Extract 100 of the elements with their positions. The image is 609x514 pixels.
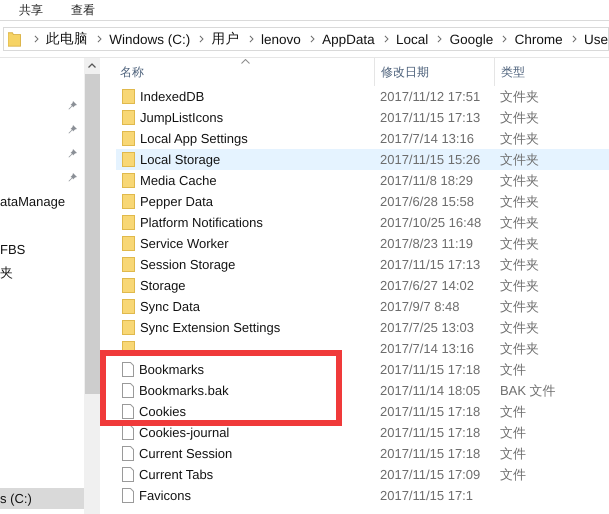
file-icon: [122, 446, 134, 461]
breadcrumb[interactable]: Windows (C:): [109, 32, 190, 46]
type-cell-text: 文件夹: [499, 214, 539, 232]
date-cell-text: 2017/11/15 17:18: [379, 446, 482, 461]
date-cell-text: 2017/11/15 17:09: [379, 467, 482, 482]
chevron-icon: [384, 35, 390, 43]
scrollbar[interactable]: [84, 58, 100, 514]
breadcrumb[interactable]: Google: [450, 32, 494, 46]
folder-icon: [8, 31, 21, 47]
type-cell-text: 文件夹: [499, 256, 539, 274]
type-cell-text: 文件夹: [499, 276, 539, 294]
file-name[interactable]: Current Session: [139, 446, 232, 461]
file-name[interactable]: IndexedDB: [140, 89, 204, 104]
type-cell-text: 文件: [499, 424, 526, 442]
column-header[interactable]: 类型: [494, 58, 525, 86]
file-icon: [122, 425, 134, 440]
file-name[interactable]: Sync Extension Settings: [140, 320, 280, 335]
file-name[interactable]: Cookies: [139, 404, 186, 419]
date-cell-text: 2017/11/14 18:05: [379, 383, 482, 398]
folder-icon: [122, 131, 135, 146]
file-name[interactable]: Platform Notifications: [140, 215, 263, 230]
type-cell-text: 文件夹: [499, 130, 539, 148]
type-cell-text: 文件夹: [499, 150, 539, 168]
file-name[interactable]: Local App Settings: [140, 131, 248, 146]
folder-icon: [122, 173, 135, 188]
date-cell-text: 2017/11/15 17:1: [379, 488, 474, 503]
type-cell-text: 文件夹: [499, 298, 539, 316]
file-name[interactable]: Sync Data: [140, 299, 200, 314]
chevron-icon: [572, 35, 577, 43]
column-header[interactable]: 名称: [116, 58, 374, 86]
breadcrumb[interactable]: 用户: [212, 30, 240, 48]
type-cell-text: 文件夹: [499, 108, 539, 126]
breadcrumb[interactable]: Chrome: [514, 32, 563, 46]
file-name[interactable]: Storage: [140, 278, 186, 293]
file-name[interactable]: Local Storage: [140, 152, 220, 167]
file-icon: [122, 404, 134, 419]
date-cell-text: 2017/10/25 16:48: [379, 215, 482, 230]
pin-icon: [68, 124, 78, 134]
type-cell-text: 文件夹: [499, 318, 539, 336]
file-name[interactable]: Pepper Data: [140, 194, 213, 209]
type-cell-text: 文件夹: [499, 340, 539, 358]
chevron-icon: [34, 35, 39, 43]
date-cell-text: 2017/6/27 14:02: [379, 278, 475, 293]
date-cell-text: 2017/8/23 11:19: [379, 236, 474, 251]
chevron-icon: [437, 35, 443, 43]
scrollbar-thumb[interactable]: [84, 74, 100, 394]
breadcrumb[interactable]: Use: [584, 32, 608, 46]
folder-icon: [122, 299, 135, 314]
column-header[interactable]: 修改日期: [374, 58, 494, 86]
folder-icon: [122, 320, 135, 335]
file-name[interactable]: Current Tabs: [139, 467, 214, 482]
folder-icon: [122, 110, 135, 125]
date-cell-text: 2017/11/15 17:18: [379, 404, 482, 419]
type-cell-text: 文件: [499, 466, 526, 484]
date-cell-text: 2017/11/15 17:13: [379, 257, 482, 272]
nav-item[interactable]: FBS: [0, 242, 26, 256]
folder-icon: [122, 152, 135, 167]
type-cell-text: 文件夹: [499, 172, 539, 190]
scroll-up-icon[interactable]: [88, 63, 96, 68]
breadcrumb[interactable]: 此电脑: [46, 30, 88, 48]
file-name[interactable]: Favicons: [139, 488, 192, 503]
pin-icon: [68, 148, 78, 158]
file-icon: [122, 488, 134, 503]
file-name[interactable]: Bookmarks: [139, 362, 204, 377]
date-cell-text: 2017/11/8 18:29: [379, 173, 474, 188]
date-cell-text: 2017/6/28 15:58: [379, 194, 475, 209]
nav-item[interactable]: 夹: [0, 264, 13, 282]
nav-item[interactable]: s (C:): [0, 491, 32, 506]
breadcrumb[interactable]: Local: [396, 32, 428, 46]
file-icon: [122, 467, 134, 482]
date-cell-text: 2017/7/25 13:03: [379, 320, 475, 335]
breadcrumb[interactable]: AppData: [322, 32, 375, 46]
date-cell-text: 2017/7/14 13:16: [379, 131, 475, 146]
ribbon-tab[interactable]: 查看: [71, 2, 95, 18]
chevron-icon: [199, 35, 205, 43]
file-name[interactable]: Cookies-journal: [139, 425, 230, 440]
folder-icon: [122, 257, 135, 272]
folder-icon: [122, 278, 135, 293]
file-name[interactable]: Session Storage: [140, 257, 236, 272]
chevron-icon: [502, 35, 508, 43]
selected-row[interactable]: Local Storage 2017/11/15 15:26 文件夹: [116, 149, 609, 170]
breadcrumb[interactable]: lenovo: [260, 32, 301, 46]
pin-icon: [68, 100, 78, 110]
chevron-icon: [248, 35, 254, 43]
file-name[interactable]: Service Worker: [140, 236, 229, 251]
file-name[interactable]: JumpListIcons: [140, 110, 224, 125]
address-bar[interactable]: 此电脑 Windows (C:) 用户 lenovo AppData Local Google Chrome Use: [3, 27, 609, 51]
type-cell-text: 文件夹: [499, 192, 539, 210]
file-name[interactable]: Media Cache: [140, 173, 217, 188]
pin-icon: [68, 172, 78, 182]
file-icon: [122, 362, 134, 377]
nav-item[interactable]: ataManage: [0, 194, 66, 208]
file-name[interactable]: Bookmarks.bak: [139, 383, 229, 398]
ribbon-tab[interactable]: 共享: [19, 2, 43, 18]
folder-icon: [122, 236, 135, 251]
date-cell-text: 2017/11/15 17:18: [379, 362, 482, 377]
sort-icon[interactable]: [241, 59, 250, 64]
type-cell-text: 文件: [499, 360, 526, 378]
chevron-icon: [96, 35, 102, 43]
file-icon: [122, 383, 134, 398]
